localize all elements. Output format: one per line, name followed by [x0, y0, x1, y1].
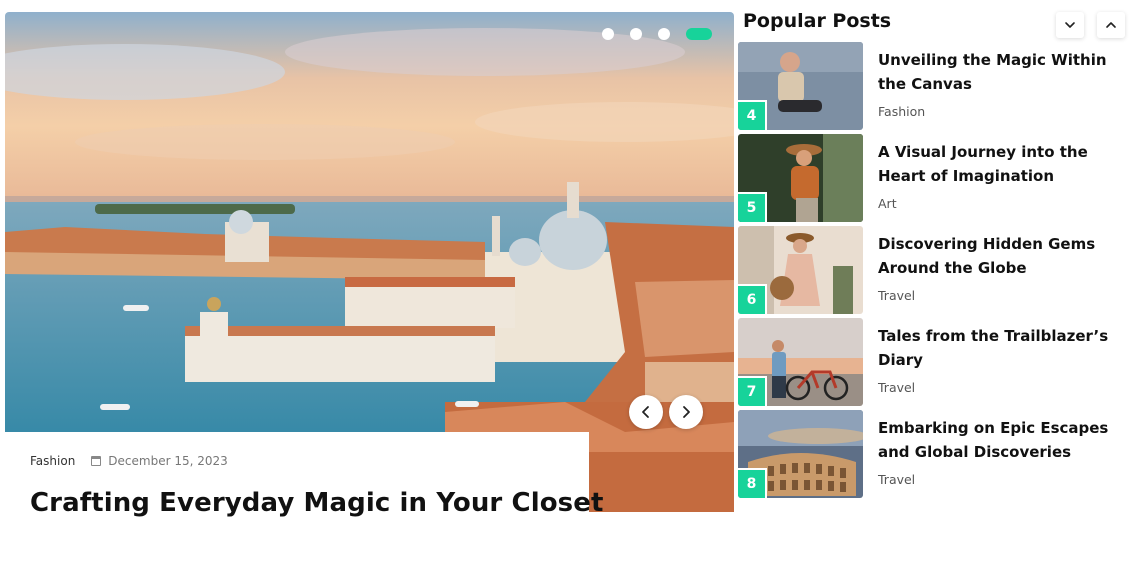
post-thumbnail[interactable]: 7: [738, 318, 863, 406]
slider-dot-2[interactable]: [630, 28, 642, 40]
post-title[interactable]: Discovering Hidden Gems Around the Globe: [878, 232, 1133, 280]
post-category[interactable]: Travel: [878, 288, 915, 303]
popular-post-item[interactable]: 8 Embarking on Epic Escapes and Global D…: [738, 410, 1138, 498]
slider-dot-3[interactable]: [658, 28, 670, 40]
post-title[interactable]: Unveiling the Magic Within the Canvas: [878, 48, 1133, 96]
post-category[interactable]: Art: [878, 196, 897, 211]
post-thumbnail[interactable]: 6: [738, 226, 863, 314]
post-thumbnail[interactable]: 8: [738, 410, 863, 498]
chevron-down-icon: [1065, 22, 1075, 28]
post-title[interactable]: A Visual Journey into the Heart of Imagi…: [878, 140, 1133, 188]
post-rank-badge: 4: [738, 100, 767, 130]
chevron-up-icon: [1106, 22, 1116, 28]
slider-dot-1[interactable]: [602, 28, 614, 40]
slide-date: December 15, 2023: [108, 454, 228, 468]
post-rank-badge: 7: [738, 376, 767, 406]
sidebar-up-button[interactable]: [1097, 12, 1125, 38]
slider-dot-4-active[interactable]: [686, 28, 712, 40]
post-rank-badge: 8: [738, 468, 767, 498]
slide-category[interactable]: Fashion: [30, 454, 75, 468]
post-thumbnail[interactable]: 5: [738, 134, 863, 222]
popular-post-item[interactable]: 7 Tales from the Trailblazer’s Diary Tra…: [738, 318, 1138, 406]
slider-dots: [602, 28, 712, 40]
slider-next-button[interactable]: [669, 395, 703, 429]
chevron-right-icon: [683, 406, 690, 418]
post-category[interactable]: Travel: [878, 380, 915, 395]
slide-meta: Fashion December 15, 2023: [30, 454, 564, 468]
slider-prev-button[interactable]: [629, 395, 663, 429]
post-thumbnail[interactable]: 4: [738, 42, 863, 130]
sidebar-title: Popular Posts: [743, 10, 892, 32]
post-title[interactable]: Embarking on Epic Escapes and Global Dis…: [878, 416, 1133, 464]
slide-caption: Fashion December 15, 2023 Crafting Every…: [5, 432, 603, 532]
popular-post-item[interactable]: 5 A Visual Journey into the Heart of Ima…: [738, 134, 1138, 222]
popular-post-item[interactable]: 6 Discovering Hidden Gems Around the Glo…: [738, 226, 1138, 314]
post-category[interactable]: Fashion: [878, 104, 925, 119]
popular-posts-sidebar: Popular Posts 4 Unveiling the Magic With…: [738, 0, 1148, 569]
calendar-icon: [91, 456, 102, 466]
slide-title[interactable]: Crafting Everyday Magic in Your Closet: [30, 488, 603, 518]
post-category[interactable]: Travel: [878, 472, 915, 487]
post-title[interactable]: Tales from the Trailblazer’s Diary: [878, 324, 1133, 372]
post-rank-badge: 5: [738, 192, 767, 222]
popular-post-item[interactable]: 4 Unveiling the Magic Within the Canvas …: [738, 42, 1138, 130]
sidebar-down-button[interactable]: [1056, 12, 1084, 38]
featured-slider: Fashion December 15, 2023 Crafting Every…: [5, 12, 734, 532]
chevron-left-icon: [642, 406, 649, 418]
post-rank-badge: 6: [738, 284, 767, 314]
